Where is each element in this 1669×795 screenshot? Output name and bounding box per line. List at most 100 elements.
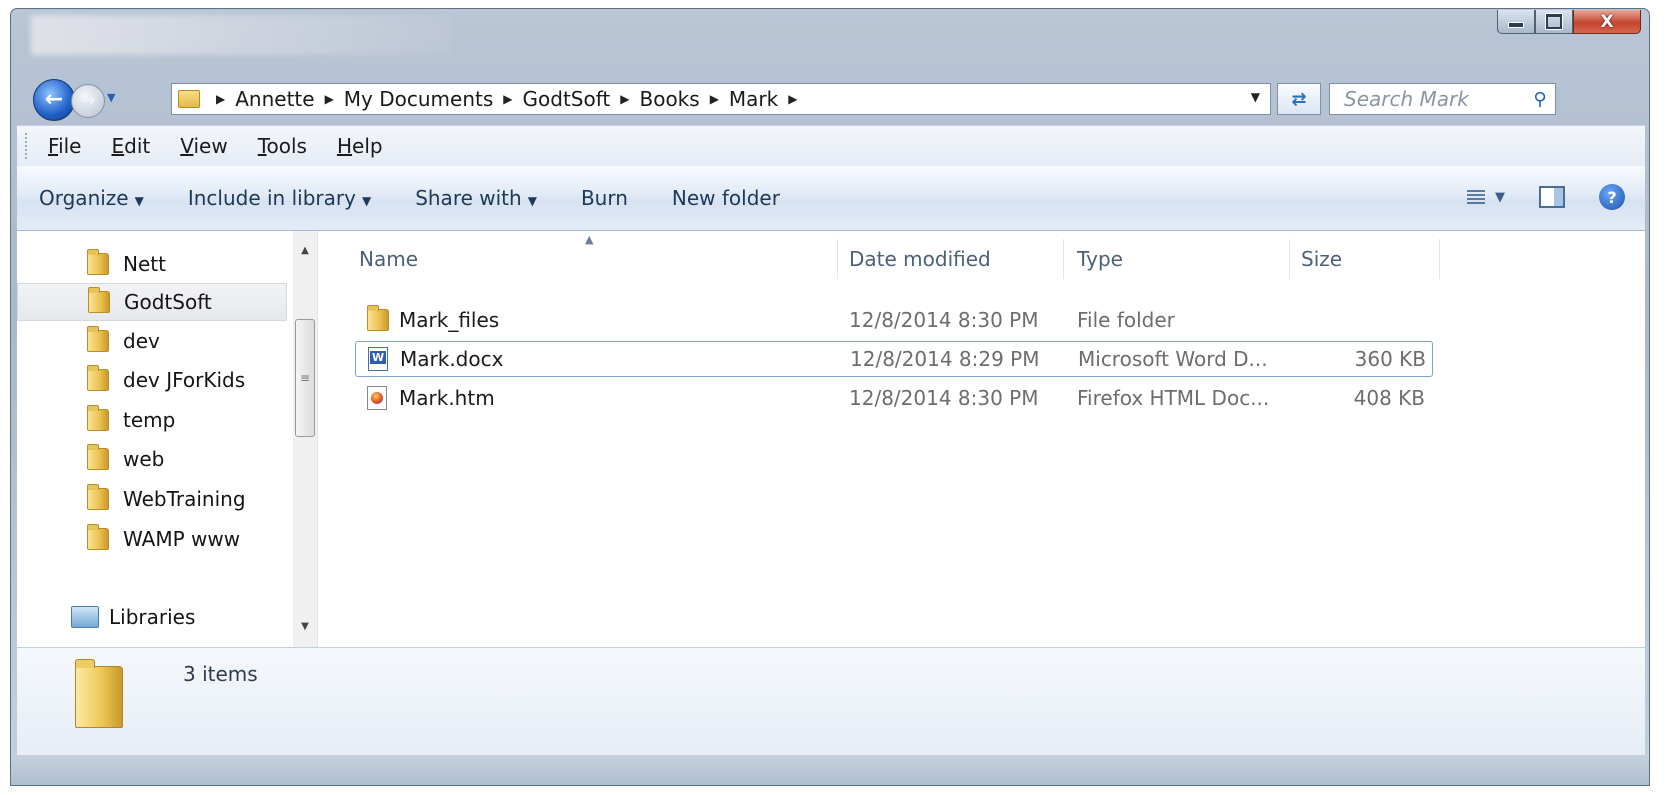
recent-pages-chevron-icon[interactable]: ▼ — [107, 91, 115, 104]
column-divider[interactable] — [1439, 239, 1440, 279]
share-with-button[interactable]: Share with ▼ — [393, 186, 559, 210]
menu-view-accel: V — [180, 134, 194, 158]
sidebar-item-label: WAMP www — [123, 527, 241, 551]
menu-grip — [25, 133, 33, 159]
column-header-size[interactable]: Size — [1301, 239, 1431, 279]
command-bar: Organize ▼ Include in library ▼ Share with… — [17, 166, 1645, 231]
forward-button[interactable]: → — [71, 84, 105, 118]
menu-file-accel: F — [48, 134, 59, 158]
column-header-name[interactable]: Name — [359, 239, 839, 279]
sidebar-item-webtraining[interactable]: WebTraining — [17, 480, 287, 518]
breadcrumb-books[interactable]: Books — [635, 87, 703, 111]
sidebar-item-wamp-www[interactable]: WAMP www — [17, 520, 287, 558]
refresh-button[interactable]: ⇄ — [1277, 83, 1321, 115]
organize-label: Organize — [39, 186, 129, 210]
sidebar-item-label: dev JForKids — [123, 368, 246, 392]
search-icon[interactable]: ⚲ — [1525, 89, 1555, 110]
window-bottom-frame — [11, 755, 1649, 785]
view-controls: ▼ ? — [1467, 184, 1625, 210]
scroll-down-icon[interactable]: ▼ — [293, 621, 317, 632]
breadcrumb-annette[interactable]: Annette — [231, 87, 318, 111]
chevron-down-icon: ▼ — [134, 194, 144, 208]
sidebar-item-godtsoft[interactable]: GodtSoft — [17, 283, 287, 321]
folder-icon — [87, 326, 109, 352]
close-icon: X — [1600, 11, 1614, 32]
menu-view-label: iew — [193, 134, 228, 158]
search-input[interactable]: Search Mark ⚲ — [1329, 83, 1556, 115]
breadcrumb-my-documents[interactable]: My Documents — [340, 87, 497, 111]
menu-help-accel: H — [336, 134, 353, 158]
breadcrumb-godtsoft[interactable]: GodtSoft — [519, 87, 615, 111]
back-button[interactable]: ← — [33, 79, 75, 121]
item-count: 3 items — [183, 662, 258, 686]
breadcrumb-separator-icon[interactable]: ▶ — [782, 92, 803, 106]
include-in-library-button[interactable]: Include in library ▼ — [166, 186, 393, 210]
breadcrumb: ▶ Annette ▶ My Documents ▶ GodtSoft ▶ Bo… — [210, 87, 803, 111]
close-button[interactable]: X — [1573, 10, 1641, 34]
window-controls: X — [1497, 10, 1641, 34]
refresh-icon: ⇄ — [1291, 88, 1307, 110]
forward-arrow-icon: → — [80, 90, 96, 111]
menu-edit[interactable]: Edit — [96, 134, 165, 158]
breadcrumb-separator-icon[interactable]: ▶ — [497, 92, 518, 106]
file-row-mark-docx[interactable]: Mark.docx 12/8/2014 8:29 PM Microsoft Wo… — [355, 341, 1433, 377]
word-document-icon — [368, 347, 388, 371]
address-bar[interactable]: ▶ Annette ▶ My Documents ▶ GodtSoft ▶ Bo… — [171, 83, 1271, 115]
breadcrumb-separator-icon[interactable]: ▶ — [614, 92, 635, 106]
sidebar-item-dev-jforkids[interactable]: dev JForKids — [17, 361, 287, 399]
navigation-scrollbar[interactable]: ▲ ≡ ▼ — [293, 231, 317, 647]
menu-file[interactable]: File — [33, 134, 96, 158]
new-folder-button[interactable]: New folder — [650, 186, 802, 210]
folder-icon — [87, 365, 109, 391]
sidebar-item-libraries[interactable]: Libraries — [17, 598, 287, 636]
folder-icon — [87, 405, 109, 431]
sidebar-item-nett[interactable]: Nett — [17, 245, 287, 283]
navigation-pane: Nett GodtSoft dev dev JForKids temp web … — [17, 231, 318, 647]
chevron-down-icon[interactable]: ▼ — [1251, 90, 1260, 104]
file-row-mark-files[interactable]: Mark_files 12/8/2014 8:30 PM File folder — [355, 303, 1433, 339]
change-view-button[interactable]: ▼ — [1467, 190, 1505, 205]
file-name: Mark_files — [399, 308, 500, 332]
menu-tools[interactable]: Tools — [243, 134, 322, 158]
burn-button[interactable]: Burn — [559, 186, 650, 210]
file-size — [1305, 303, 1425, 337]
maximize-icon — [1546, 14, 1562, 29]
help-icon[interactable]: ? — [1599, 184, 1625, 210]
maximize-button[interactable] — [1535, 10, 1573, 34]
breadcrumb-separator-icon[interactable]: ▶ — [210, 92, 231, 106]
sidebar-item-dev[interactable]: dev — [17, 322, 287, 360]
organize-button[interactable]: Organize ▼ — [17, 186, 166, 210]
column-divider[interactable] — [1063, 239, 1064, 279]
scrollbar-thumb[interactable]: ≡ — [295, 319, 315, 437]
preview-pane-icon[interactable] — [1539, 186, 1565, 208]
column-divider[interactable] — [837, 239, 838, 279]
breadcrumb-separator-icon[interactable]: ▶ — [319, 92, 340, 106]
minimize-button[interactable] — [1497, 10, 1535, 34]
file-row-mark-htm[interactable]: Mark.htm 12/8/2014 8:30 PM Firefox HTML … — [355, 381, 1433, 417]
title-bar[interactable]: X — [11, 9, 1649, 69]
scroll-up-icon[interactable]: ▲ — [293, 245, 317, 256]
column-divider[interactable] — [1289, 239, 1290, 279]
details-pane: 3 items — [17, 647, 1645, 758]
change-view-icon — [1467, 190, 1485, 204]
include-label: Include in library — [187, 186, 356, 210]
column-header-date[interactable]: Date modified — [849, 239, 1059, 279]
folder-icon — [87, 484, 109, 510]
grip-icon: ≡ — [299, 371, 311, 385]
breadcrumb-separator-icon[interactable]: ▶ — [704, 92, 725, 106]
menu-help[interactable]: Help — [322, 134, 398, 158]
title-bar-background — [31, 15, 451, 55]
chevron-down-icon: ▼ — [527, 194, 537, 208]
sidebar-item-temp[interactable]: temp — [17, 401, 287, 439]
file-size: 360 KB — [1354, 347, 1426, 371]
column-header-type[interactable]: Type — [1077, 239, 1287, 279]
search-placeholder: Search Mark — [1344, 87, 1469, 111]
sidebar-item-label: web — [123, 447, 165, 471]
explorer-window: X ← → ▼ ▶ Annette ▶ My Documents ▶ GodtS… — [10, 8, 1650, 786]
sidebar-item-web[interactable]: web — [17, 440, 287, 478]
file-date: 12/8/2014 8:30 PM — [849, 308, 1039, 332]
sidebar-item-label: Nett — [123, 252, 166, 276]
breadcrumb-mark[interactable]: Mark — [725, 87, 782, 111]
navigation-row: ← → ▼ ▶ Annette ▶ My Documents ▶ GodtSof… — [11, 73, 1649, 121]
menu-view[interactable]: View — [165, 134, 242, 158]
